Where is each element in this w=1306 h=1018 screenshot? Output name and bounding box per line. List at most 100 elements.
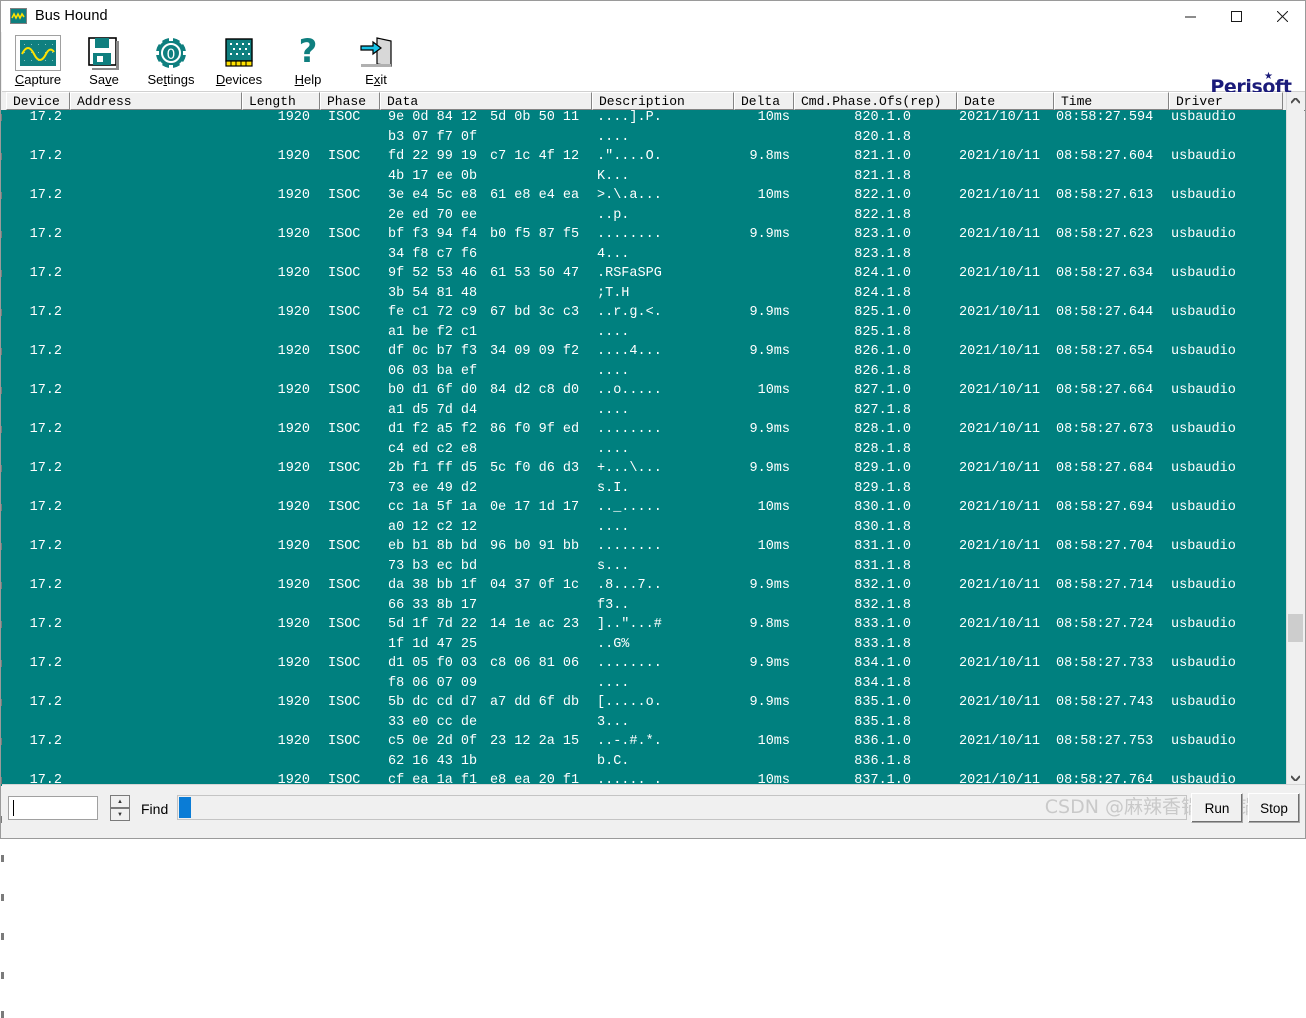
table-row[interactable]: 17.2 1920 ISOC da 38 bb 1f 04 37 0f 1c .8...7…	[2, 578, 1290, 598]
cell-date: 2021/10/11	[959, 695, 1041, 710]
table-row[interactable]: 17.2 1920 ISOC bf f3 94 f4 b0 f5 87 f5......…	[2, 227, 1290, 247]
find-input[interactable]	[8, 796, 98, 820]
spinner-down-arrow[interactable]: ▼	[110, 808, 130, 821]
table-row[interactable]: 17.2 1920 ISOC d1 f2 a5 f2 86 f0 9f ed......…	[2, 422, 1290, 442]
cell-time: 08:58:27.664	[1056, 383, 1154, 398]
table-row[interactable]: 17.2 1920 ISOC 3e e4 5c e8 61 e8 e4 ea >.\.a.…	[2, 188, 1290, 208]
table-row-continuation[interactable]: a1 d5 7d d4.... 827.1.8	[2, 403, 1290, 423]
row-gutter-tick	[1, 933, 4, 940]
column-header-date[interactable]: Date	[957, 92, 1054, 110]
cell-data-group-1: 73 b3 ec bd	[388, 558, 478, 574]
cell-cmd-phase-ofs: 821.1.0	[854, 149, 911, 164]
table-row-continuation[interactable]: 3b 54 81 48 ;T.H 824.1.8	[2, 286, 1290, 306]
table-row[interactable]: 17.2 1920 ISOC 5b dc cd d7 a7 dd 6f db [.....…	[2, 695, 1290, 715]
table-row-continuation[interactable]: c4 ed c2 e8.... 828.1.8	[2, 442, 1290, 462]
cell-delta: 10ms	[757, 188, 790, 203]
stop-button[interactable]: Stop	[1248, 793, 1300, 823]
table-row[interactable]: 17.2 1920 ISOC d1 05 f0 03 c8 06 81 06......…	[2, 656, 1290, 676]
table-row[interactable]: 17.2 1920 ISOC eb b1 8b bd 96 b0 91 bb......…	[2, 539, 1290, 559]
settings-button[interactable]: 0 Settings	[141, 34, 201, 90]
column-header-length[interactable]: Length	[242, 92, 320, 110]
column-header-phase[interactable]: Phase	[320, 92, 380, 110]
cell-device: 17.2	[29, 539, 62, 554]
cell-data-group-1: a1 d5 7d d4	[388, 402, 478, 418]
column-header-time[interactable]: Time	[1054, 92, 1169, 110]
scrollbar-thumb[interactable]	[1288, 614, 1303, 642]
cell-time: 08:58:27.634	[1056, 266, 1154, 281]
cell-description: ..p.	[597, 207, 630, 223]
table-row-continuation[interactable]: 4b 17 ee 0b K... 821.1.8	[2, 169, 1290, 189]
table-row[interactable]: 17.2 1920 ISOC cc 1a 5f 1a 0e 17 1d 17 .._...…	[2, 500, 1290, 520]
cell-cmd-phase-ofs: 826.1.8	[854, 363, 911, 379]
table-row-continuation[interactable]: 2e ed 70 ee ..p. 822.1.8	[2, 208, 1290, 228]
cell-data-group-1: da 38 bb 1f	[388, 578, 478, 593]
table-row-continuation[interactable]: 73 b3 ec bd s... 831.1.8	[2, 559, 1290, 579]
table-row-continuation[interactable]: 62 16 43 1b b.C. 836.1.8	[2, 754, 1290, 774]
help-button[interactable]: ? Help	[278, 34, 338, 90]
save-button[interactable]: Save	[74, 34, 134, 90]
devices-button[interactable]: Devices	[209, 34, 269, 90]
cell-data-group-1: f8 06 07 09	[388, 675, 478, 691]
table-row-continuation[interactable]: 34 f8 c7 f6 4... 823.1.8	[2, 247, 1290, 267]
cell-data-group-1: 9f 52 53 46	[388, 266, 478, 281]
table-row[interactable]: 17.2 1920 ISOC 9e 0d 84 12 5d 0b 50 11....].…	[2, 110, 1290, 130]
close-icon[interactable]	[1259, 1, 1305, 31]
maximize-icon[interactable]	[1213, 1, 1259, 31]
table-row[interactable]: 17.2 1920 ISOC df 0c b7 f3 34 09 09 f2 ....4.…	[2, 344, 1290, 364]
table-row[interactable]: 17.2 1920 ISOC c5 0e 2d 0f 23 12 2a 15 ..-.#.…	[2, 734, 1290, 754]
table-row[interactable]: 17.2 1920 ISOC 9f 52 53 46 61 53 50 47 .RSFaS…	[2, 266, 1290, 286]
cell-cmd-phase-ofs: 836.1.8	[854, 753, 911, 769]
table-row[interactable]: 17.2 1920 ISOC fd 22 99 19 c7 1c 4f 12 ."....…	[2, 149, 1290, 169]
table-row[interactable]: 17.2 1920 ISOC b0 d1 6f d0 84 d2 c8 d0 ..o...…	[2, 383, 1290, 403]
row-gutter-tick	[1, 972, 4, 979]
svg-text:0: 0	[167, 47, 176, 63]
spinner-up-arrow[interactable]: ▲	[110, 795, 130, 808]
column-header-driver[interactable]: Driver	[1169, 92, 1283, 110]
column-header-address[interactable]: Address	[70, 92, 242, 110]
cell-delta: 10ms	[757, 734, 790, 749]
capture-table[interactable]: 17.2 1920 ISOC 9e 0d 84 12 5d 0b 50 11....].…	[2, 110, 1290, 786]
table-row-continuation[interactable]: 1f 1d 47 25 ..G% 833.1.8	[2, 637, 1290, 657]
cell-delta: 9.9ms	[749, 305, 790, 320]
table-row-continuation[interactable]: 66 33 8b 17 f3.. 832.1.8	[2, 598, 1290, 618]
column-header-description[interactable]: Description	[592, 92, 734, 110]
cell-length: 1920	[277, 266, 310, 281]
scroll-up-arrow[interactable]	[1287, 92, 1304, 109]
floppy-disk-icon	[74, 34, 134, 72]
table-row-continuation[interactable]: a1 be f2 c1.... 825.1.8	[2, 325, 1290, 345]
table-row[interactable]: 17.2 1920 ISOC fe c1 72 c9 67 bd 3c c3 ..r.g.…	[2, 305, 1290, 325]
table-row-continuation[interactable]: f8 06 07 09.... 834.1.8	[2, 676, 1290, 696]
cell-date: 2021/10/11	[959, 461, 1041, 476]
vertical-scrollbar[interactable]	[1286, 92, 1304, 786]
table-row[interactable]: 17.2 1920 ISOC 5d 1f 7d 22 14 1e ac 23].."..…	[2, 617, 1290, 637]
cell-length: 1920	[277, 188, 310, 203]
column-header-delta[interactable]: Delta	[734, 92, 794, 110]
cell-data-group-1: a0 12 c2 12	[388, 519, 478, 535]
table-row-continuation[interactable]: 73 ee 49 d2 s.I. 829.1.8	[2, 481, 1290, 501]
minimize-icon[interactable]	[1167, 1, 1213, 31]
column-header-device[interactable]: Device	[6, 92, 70, 110]
cell-device: 17.2	[29, 266, 62, 281]
exit-button[interactable]: Exit	[346, 34, 406, 90]
cell-data-group-1: 5b dc cd d7	[388, 695, 478, 710]
column-header-data[interactable]: Data	[380, 92, 592, 110]
cell-description: ....	[597, 675, 630, 691]
table-row-continuation[interactable]: 33 e0 cc de 3... 835.1.8	[2, 715, 1290, 735]
table-row-continuation[interactable]: 06 03 ba ef.... 826.1.8	[2, 364, 1290, 384]
cell-driver: usbaudio	[1171, 344, 1236, 359]
cell-phase: ISOC	[328, 383, 361, 398]
column-header-cmd[interactable]: Cmd.Phase.Ofs(rep)	[794, 92, 957, 110]
cell-length: 1920	[277, 539, 310, 554]
cell-device: 17.2	[29, 617, 62, 632]
table-row-continuation[interactable]: a0 12 c2 12.... 830.1.8	[2, 520, 1290, 540]
find-stepper[interactable]: ▲ ▼	[110, 795, 130, 821]
table-row-continuation[interactable]: b3 07 f7 0f.... 820.1.8	[2, 130, 1290, 150]
run-button[interactable]: Run	[1191, 793, 1243, 823]
cell-data-group-1: a1 be f2 c1	[388, 324, 478, 340]
capture-button[interactable]: Capture	[8, 34, 68, 90]
table-row[interactable]: 17.2 1920 ISOC 2b f1 ff d5 5c f0 d6 d3 +...\.…	[2, 461, 1290, 481]
cell-date: 2021/10/11	[959, 188, 1041, 203]
cell-length: 1920	[277, 461, 310, 476]
cell-delta: 9.9ms	[749, 422, 790, 437]
cell-phase: ISOC	[328, 344, 361, 359]
